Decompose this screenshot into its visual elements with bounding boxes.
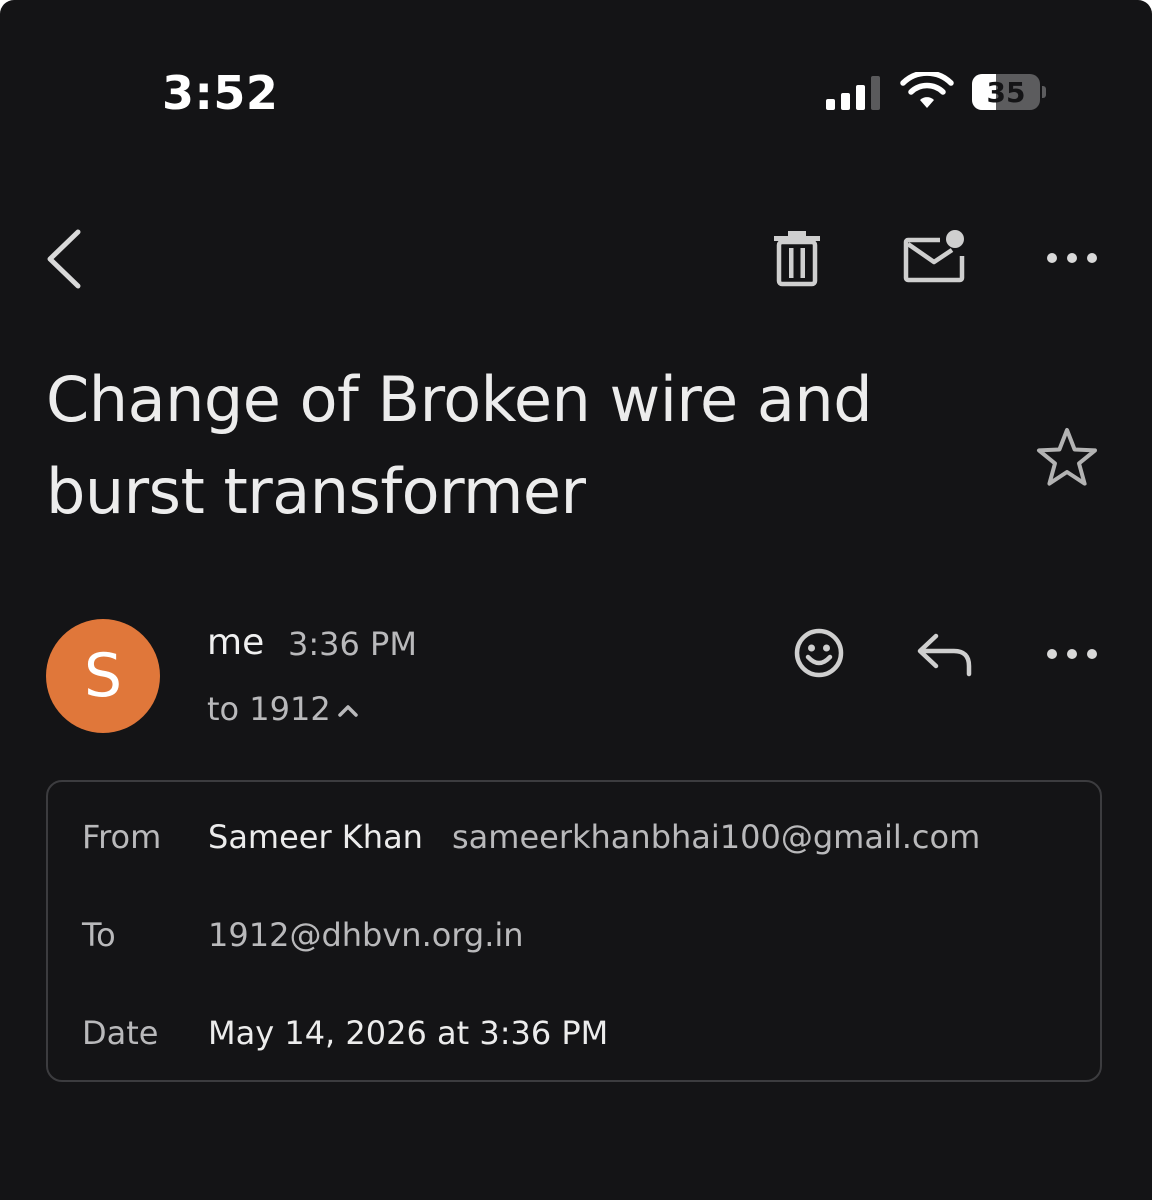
email-subject: Change of Broken wire and burst transfor… [46,363,873,528]
date-label: Date [82,1014,159,1052]
from-email[interactable]: sameerkhanbhai100@gmail.com [452,818,980,856]
message-time: 3:36 PM [288,625,417,663]
from-name: Sameer Khan [208,818,423,856]
to-value[interactable]: 1912@dhbvn.org.in [208,916,524,954]
wifi-icon [900,72,954,108]
cellular-signal-icon [826,76,882,110]
email-screen: 3:52 35 Change of Broken wire and burst … [0,0,1152,1200]
status-time: 3:52 [162,66,279,120]
sender-name: me [207,622,265,663]
to-label: To [82,916,116,954]
mark-unread-icon[interactable] [900,226,970,288]
battery-level: 35 [986,76,1026,109]
emoji-reaction-icon[interactable] [792,626,846,680]
message-more-icon[interactable] [1040,638,1104,670]
recipient-summary[interactable]: to 1912 [207,690,331,728]
back-chevron-icon[interactable] [40,226,90,292]
from-label: From [82,818,162,856]
chevron-up-icon[interactable] [336,700,360,720]
date-value: May 14, 2026 at 3:36 PM [208,1014,609,1052]
trash-icon[interactable] [768,228,826,288]
reply-icon[interactable] [914,630,976,678]
battery-icon: 35 [972,74,1046,112]
avatar[interactable]: S [46,619,160,733]
star-icon[interactable] [1032,424,1102,490]
more-horizontal-icon[interactable] [1040,240,1104,276]
message-details-panel: From Sameer Khan sameerkhanbhai100@gmail… [46,780,1102,1082]
